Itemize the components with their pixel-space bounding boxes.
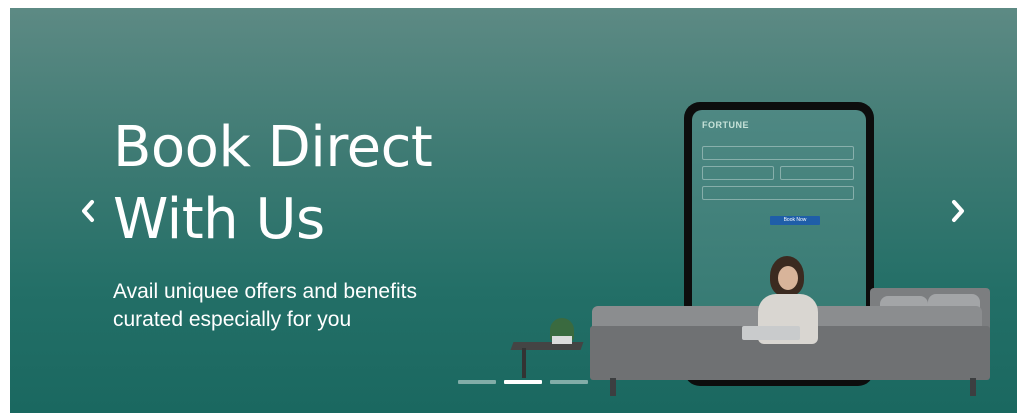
carousel-indicators [458, 380, 588, 384]
phone-checkin-field [702, 166, 774, 180]
phone-book-button: Book Now [770, 216, 820, 225]
chevron-left-icon [82, 200, 94, 222]
bed-leg [610, 378, 616, 396]
carousel-dot-3[interactable] [550, 380, 588, 384]
phone-guests-field [702, 186, 854, 200]
hero-illustration: FORTUNE Book Now [480, 98, 1000, 398]
bed-leg [970, 378, 976, 396]
carousel-dot-1[interactable] [458, 380, 496, 384]
plant-pot [552, 336, 572, 344]
hero-subheadline: Avail uniquee offers and benefits curate… [113, 278, 417, 334]
headline-line-2: With Us [113, 187, 325, 252]
headline-line-1: Book Direct [113, 115, 433, 180]
person-face [778, 266, 798, 290]
laptop [742, 326, 800, 340]
phone-checkout-field [780, 166, 854, 180]
hero-carousel: Book Direct With Us Avail uniquee offers… [10, 8, 1017, 413]
phone-search-field [702, 146, 854, 160]
carousel-prev-button[interactable] [74, 194, 102, 228]
phone-logo: FORTUNE [702, 120, 749, 130]
side-table-leg [522, 348, 526, 378]
subline-line-2: curated especially for you [113, 308, 352, 331]
subline-line-1: Avail uniquee offers and benefits [113, 280, 417, 303]
hero-headline: Book Direct With Us [113, 112, 433, 256]
carousel-dot-2[interactable] [504, 380, 542, 384]
